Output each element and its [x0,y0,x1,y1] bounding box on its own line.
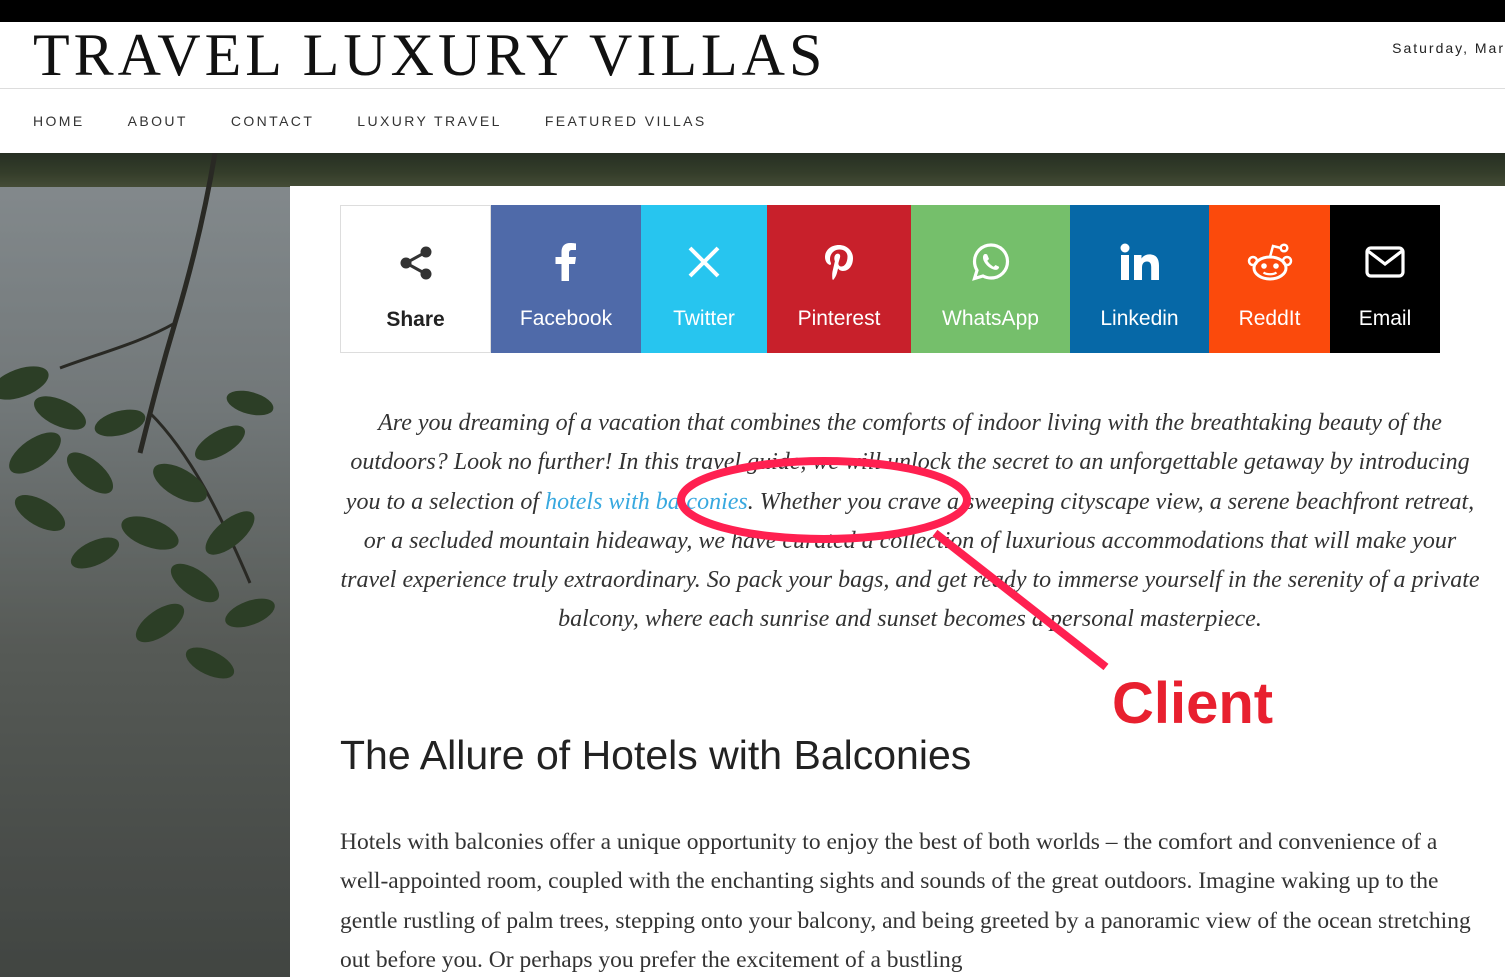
whatsapp-label: WhatsApp [942,307,1039,330]
twitter-share-button[interactable]: Twitter [641,205,767,353]
share-label: Share [386,308,445,331]
site-title[interactable]: TRAVEL LUXURY VILLAS [33,22,826,88]
share-icon [399,234,433,292]
annotation-label: Client [1112,671,1274,736]
twitter-label: Twitter [673,307,735,330]
site-header: TRAVEL LUXURY VILLAS Saturday, Mar [0,22,1505,88]
top-black-bar [0,0,1505,22]
pinterest-icon [823,233,855,291]
hotels-with-balconies-link[interactable]: hotels with balconies [545,489,748,515]
main-nav: HOME ABOUT CONTACT LUXURY TRAVEL FEATURE… [0,88,1505,153]
nav-item-about[interactable]: ABOUT [128,113,188,129]
pinterest-share-button[interactable]: Pinterest [767,205,911,353]
share-bar: Share Facebook Twitter Pinterest WhatsAp… [340,205,1440,353]
email-icon [1365,233,1405,291]
intro-paragraph: Are you dreaming of a vacation that comb… [340,404,1480,640]
linkedin-label: Linkedin [1100,307,1179,330]
nav-item-featured-villas[interactable]: FEATURED VILLAS [545,113,707,129]
linkedin-share-button[interactable]: Linkedin [1070,205,1209,353]
reddit-share-button[interactable]: ReddIt [1209,205,1330,353]
linkedin-icon [1120,233,1160,291]
date-display: Saturday, Mar [1392,40,1505,56]
nav-item-contact[interactable]: CONTACT [231,113,314,129]
email-label: Email [1358,307,1412,330]
facebook-icon [555,233,577,291]
facebook-share-button[interactable]: Facebook [491,205,641,353]
email-share-button[interactable]: Email [1330,205,1440,353]
x-icon [688,233,720,291]
nav-item-luxury-travel[interactable]: LUXURY TRAVEL [357,113,502,129]
reddit-icon [1247,233,1293,291]
body-paragraph: Hotels with balconies offer a unique opp… [340,829,1471,973]
pinterest-label: Pinterest [797,307,881,330]
share-button[interactable]: Share [340,205,491,353]
nav-item-home[interactable]: HOME [33,113,85,129]
whatsapp-share-button[interactable]: WhatsApp [911,205,1070,353]
facebook-label: Facebook [519,307,613,330]
whatsapp-icon [971,233,1011,291]
article-content: Share Facebook Twitter Pinterest WhatsAp… [290,186,1505,977]
reddit-label: ReddIt [1238,307,1301,330]
section-heading: The Allure of Hotels with Balconies [340,732,972,778]
